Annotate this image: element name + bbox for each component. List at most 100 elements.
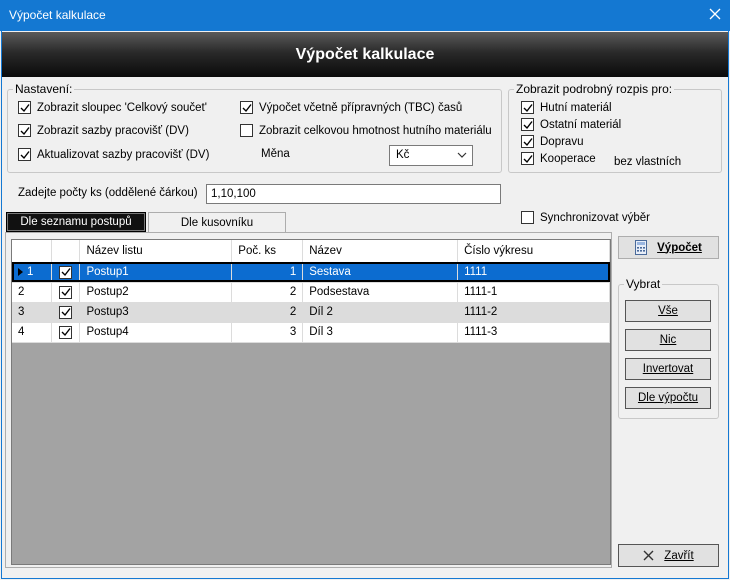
- table-row[interactable]: 2 Postup2 2 Podsestava 1111-1: [12, 282, 610, 303]
- checkbox-label: Dopravu: [540, 135, 584, 148]
- currency-label: Měna: [261, 148, 290, 160]
- metallurgic-material-checkbox[interactable]: Hutní materiál: [521, 101, 612, 114]
- checkbox-box[interactable]: [521, 211, 534, 224]
- table-row[interactable]: 1 Postup1 1 Sestava 1111: [12, 262, 610, 283]
- procedure-grid[interactable]: Název listu Poč. ks Název Číslo výkresu …: [11, 239, 611, 565]
- checkbox-box[interactable]: [18, 101, 31, 114]
- cell-drawing-number[interactable]: 1111-2: [457, 302, 610, 323]
- column-header-check[interactable]: [51, 240, 81, 263]
- tab-by-bom[interactable]: Dle kusovníku: [148, 212, 286, 232]
- close-icon: [643, 550, 654, 561]
- checkbox-box[interactable]: [240, 124, 253, 137]
- checkbox-box[interactable]: [18, 124, 31, 137]
- tab-label: Dle seznamu postupů: [20, 216, 132, 228]
- tab-by-procedure-list[interactable]: Dle seznamu postupů: [6, 212, 146, 232]
- checkbox-box[interactable]: [521, 152, 534, 165]
- tab-label: Dle kusovníku: [180, 216, 254, 229]
- show-total-column-checkbox[interactable]: Zobrazit sloupec 'Celkový součet': [18, 101, 207, 114]
- calculate-button[interactable]: Výpočet: [618, 236, 719, 259]
- title-bar: Výpočet kalkulace: [0, 0, 730, 31]
- include-tbc-times-checkbox[interactable]: Výpočet včetně přípravných (TBC) časů: [240, 101, 462, 114]
- checkbox-label: Ostatní materiál: [540, 118, 622, 131]
- cell-drawing-number[interactable]: 1111: [457, 262, 610, 283]
- cell-sheet-name[interactable]: Postup2: [79, 282, 233, 303]
- cell-name[interactable]: Sestava: [302, 262, 459, 283]
- row-index: 4: [18, 326, 25, 338]
- checkbox-box[interactable]: [521, 135, 534, 148]
- detail-legend: Zobrazit podrobný rozpis pro:: [516, 82, 673, 96]
- other-material-checkbox[interactable]: Ostatní materiál: [521, 118, 621, 131]
- checkbox-box[interactable]: [521, 101, 534, 114]
- row-checkbox[interactable]: [59, 285, 73, 299]
- checkbox-label: Zobrazit sloupec 'Celkový součet': [37, 101, 207, 114]
- cell-quantity[interactable]: 3: [231, 322, 304, 343]
- select-legend: Vybrat: [626, 277, 661, 291]
- select-by-calculation-button[interactable]: Dle výpočtu: [625, 387, 711, 409]
- transport-checkbox[interactable]: Dopravu: [521, 135, 583, 148]
- row-index: 1: [27, 266, 34, 278]
- row-checkbox-cell[interactable]: [51, 302, 81, 323]
- checkbox-label: Zobrazit sazby pracovišť (DV): [37, 124, 189, 137]
- current-row-arrow-icon: [18, 267, 23, 276]
- row-header[interactable]: 2: [12, 282, 53, 303]
- invert-selection-button[interactable]: Invertovat: [625, 358, 711, 380]
- row-header[interactable]: 3: [12, 302, 53, 323]
- cell-sheet-name[interactable]: Postup3: [79, 302, 233, 323]
- checkbox-box[interactable]: [240, 101, 253, 114]
- synchronize-selection-checkbox[interactable]: Synchronizovat výběr: [521, 211, 650, 224]
- checkbox-label: Hutní materiál: [540, 101, 612, 114]
- row-index: 2: [18, 286, 25, 298]
- row-checkbox-cell[interactable]: [51, 322, 81, 343]
- row-checkbox[interactable]: [59, 325, 73, 339]
- cell-quantity[interactable]: 2: [231, 282, 304, 303]
- row-header[interactable]: 1: [12, 262, 53, 283]
- cell-name[interactable]: Díl 2: [302, 302, 459, 323]
- procedure-table: Název listu Poč. ks Název Číslo výkresu …: [12, 240, 610, 343]
- close-label: Zavřít: [664, 549, 694, 562]
- quantity-input[interactable]: [206, 184, 501, 204]
- cell-name[interactable]: Díl 3: [302, 322, 459, 343]
- column-header-quantity[interactable]: Poč. ks: [231, 240, 304, 263]
- select-none-button[interactable]: Nic: [625, 329, 711, 351]
- update-workplace-rates-checkbox[interactable]: Aktualizovat sazby pracovišť (DV): [18, 148, 209, 161]
- column-header-sheet-name[interactable]: Název listu: [79, 240, 233, 263]
- column-header-drawing-number[interactable]: Číslo výkresu: [457, 240, 610, 263]
- by-calc-label: Dle výpočtu: [637, 392, 699, 404]
- cell-sheet-name[interactable]: Postup4: [79, 322, 233, 343]
- row-checkbox-cell[interactable]: [51, 282, 81, 303]
- calculator-icon: [635, 240, 648, 255]
- calculate-label: Výpočet: [657, 241, 702, 254]
- row-header[interactable]: 4: [12, 322, 53, 343]
- cell-drawing-number[interactable]: 1111-3: [457, 322, 610, 343]
- cell-sheet-name[interactable]: Postup1: [79, 262, 233, 283]
- checkbox-box[interactable]: [521, 118, 534, 131]
- currency-value: Kč: [396, 149, 410, 161]
- cell-drawing-number[interactable]: 1111-1: [457, 282, 610, 303]
- settings-legend: Nastavení:: [15, 82, 73, 96]
- cooperation-note: bez vlastních: [614, 156, 682, 168]
- cooperation-checkbox[interactable]: Kooperace: [521, 152, 596, 165]
- close-icon: [709, 8, 721, 23]
- close-button[interactable]: Zavřít: [618, 544, 719, 567]
- column-header-name[interactable]: Název: [302, 240, 459, 263]
- select-all-button[interactable]: Vše: [625, 300, 711, 322]
- currency-select[interactable]: Kč: [389, 145, 473, 166]
- table-row[interactable]: 4 Postup4 3 Díl 3 1111-3: [12, 322, 610, 343]
- row-checkbox[interactable]: [59, 305, 73, 319]
- row-index: 3: [18, 306, 25, 318]
- cell-quantity[interactable]: 2: [231, 302, 304, 323]
- window-title: Výpočet kalkulace: [9, 8, 106, 22]
- cell-quantity[interactable]: 1: [231, 262, 304, 283]
- header-title: Výpočet kalkulace: [295, 45, 435, 63]
- show-workplace-rates-checkbox[interactable]: Zobrazit sazby pracovišť (DV): [18, 124, 189, 137]
- header-banner: Výpočet kalkulace: [2, 32, 728, 77]
- cell-name[interactable]: Podsestava: [302, 282, 459, 303]
- checkbox-label: Aktualizovat sazby pracovišť (DV): [37, 148, 210, 161]
- row-checkbox-cell[interactable]: [51, 262, 81, 283]
- row-checkbox[interactable]: [59, 265, 73, 279]
- show-total-weight-checkbox[interactable]: Zobrazit celkovou hmotnost hutního mater…: [240, 124, 492, 137]
- table-row[interactable]: 3 Postup3 2 Díl 2 1111-2: [12, 302, 610, 323]
- checkbox-label: Zobrazit celkovou hmotnost hutního mater…: [259, 124, 492, 137]
- close-window-button[interactable]: [700, 0, 730, 31]
- checkbox-box[interactable]: [18, 148, 31, 161]
